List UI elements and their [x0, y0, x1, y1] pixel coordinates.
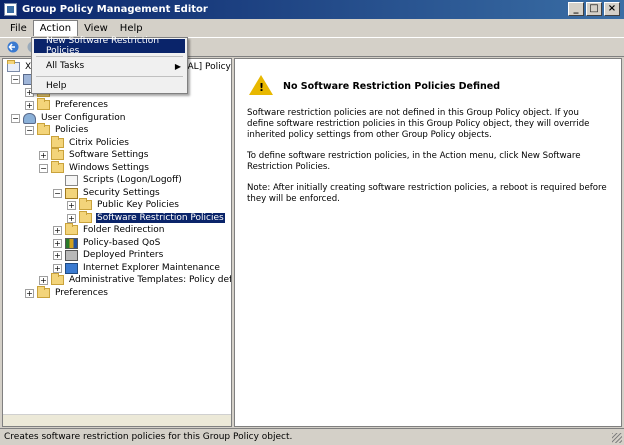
tree-item-label: Public Key Policies: [97, 200, 179, 210]
window-title: Group Policy Management Editor: [22, 4, 208, 15]
tree-item[interactable]: − User Configuration: [11, 112, 126, 124]
folder-icon: [51, 148, 64, 160]
tree-item-label: Scripts (Logon/Logoff): [83, 175, 182, 185]
folder-icon: [51, 273, 64, 285]
submenu-arrow-icon: ▶: [174, 61, 181, 71]
action-dropdown-menu: New Software Restriction Policies All Ta…: [31, 36, 188, 94]
minimize-button[interactable]: _: [568, 2, 584, 16]
expand-expander[interactable]: +: [53, 263, 62, 273]
tree-item-label: User Configuration: [41, 113, 126, 123]
warning-exclamation: !: [259, 81, 265, 94]
user-icon: [23, 112, 36, 124]
tree-item[interactable]: + Software Settings: [39, 148, 149, 161]
collapse-expander[interactable]: −: [39, 163, 48, 173]
tree-item-label: Preferences: [55, 288, 108, 298]
tree-item[interactable]: Scripts (Logon/Logoff): [53, 174, 183, 186]
menu-item-new-software-restriction-policies[interactable]: New Software Restriction Policies: [34, 36, 185, 56]
close-button[interactable]: ×: [604, 2, 620, 16]
description-paragraph: Software restriction policies are not de…: [247, 108, 590, 140]
expand-expander[interactable]: +: [39, 150, 48, 160]
tree-item[interactable]: + Preferences: [25, 286, 109, 299]
expand-expander[interactable]: +: [25, 288, 34, 298]
status-bar: Creates software restriction policies fo…: [0, 428, 624, 445]
tree-item-label: Preferences: [55, 100, 108, 110]
menu-file[interactable]: File: [4, 21, 33, 36]
console-tree: X CAL] Policy − + + Preferences − User Conf…: [2, 58, 232, 427]
tree-item-label: Deployed Printers: [83, 250, 164, 260]
tree-item[interactable]: − Policies: [25, 123, 89, 136]
collapse-expander[interactable]: −: [53, 188, 62, 198]
tree-item[interactable]: + Administrative Templates: Policy defini…: [39, 273, 232, 286]
maximize-button[interactable]: □: [586, 2, 602, 16]
menu-separator: [36, 56, 183, 57]
folder-icon: [79, 198, 92, 210]
folder-icon: [51, 136, 64, 148]
title-bar: Group Policy Management Editor _ □ ×: [0, 0, 624, 19]
tree-item-label: Folder Redirection: [83, 225, 165, 235]
collapse-expander[interactable]: −: [11, 113, 20, 123]
expand-expander[interactable]: +: [67, 200, 76, 210]
status-text: Creates software restriction policies fo…: [4, 432, 293, 442]
menu-separator: [36, 76, 183, 77]
ie-icon: [65, 262, 78, 274]
tree-item[interactable]: − Security Settings: [53, 187, 161, 199]
window-controls: _ □ ×: [568, 2, 620, 16]
collapse-expander[interactable]: −: [25, 125, 34, 135]
folder-icon: [37, 98, 50, 110]
tree-item-label: Software Restriction Policies: [96, 213, 225, 223]
script-icon: [65, 174, 78, 186]
tree-item-label: Internet Explorer Maintenance: [83, 263, 220, 273]
back-arrow-icon[interactable]: [6, 41, 20, 53]
tree-item-label: Administrative Templates: Policy definit…: [69, 275, 232, 285]
folder-icon: [51, 161, 64, 173]
menu-action[interactable]: Action: [32, 20, 79, 36]
expand-expander[interactable]: +: [53, 225, 62, 235]
gpo-icon: [7, 60, 20, 72]
app-icon: [4, 3, 17, 16]
folder-icon: [79, 211, 92, 223]
page-title: No Software Restriction Policies Defined: [283, 81, 501, 92]
folder-icon: [37, 286, 50, 298]
folder-icon: [37, 123, 50, 135]
menu-view[interactable]: View: [78, 21, 114, 36]
note-paragraph: Note: After initially creating software …: [247, 183, 607, 204]
expand-expander[interactable]: +: [25, 100, 34, 110]
tree-item[interactable]: + Software Restriction Policies: [67, 211, 225, 224]
expand-expander[interactable]: +: [67, 213, 76, 223]
printer-icon: [65, 249, 78, 261]
tree-item-label: Software Settings: [69, 150, 149, 160]
tree-item-label: Security Settings: [83, 188, 160, 198]
folder-icon: [65, 223, 78, 235]
tree-item[interactable]: + Policy-based QoS: [53, 237, 161, 249]
tree-item[interactable]: + Preferences: [25, 98, 109, 111]
menu-item-help[interactable]: Help: [34, 79, 185, 93]
tree-item[interactable]: + Public Key Policies: [67, 198, 180, 211]
qos-icon: [65, 237, 78, 249]
collapse-expander[interactable]: −: [11, 74, 20, 84]
menu-help[interactable]: Help: [114, 21, 149, 36]
tree-item[interactable]: − Windows Settings: [39, 161, 150, 174]
menu-item-all-tasks-label: All Tasks: [46, 61, 85, 71]
tree-item[interactable]: + Internet Explorer Maintenance: [53, 262, 221, 274]
instructions-paragraph: To define software restriction policies,…: [247, 151, 581, 172]
tree-item-label: Citrix Policies: [69, 138, 129, 148]
expand-expander[interactable]: +: [39, 275, 48, 285]
tree-item-label: Policy-based QoS: [83, 238, 161, 248]
details-pane: ! No Software Restriction Policies Defin…: [234, 58, 622, 427]
tree-item[interactable]: + Folder Redirection: [53, 223, 166, 236]
menu-item-all-tasks[interactable]: All Tasks ▶: [34, 59, 185, 73]
menu-bar: File Action View Help: [0, 19, 624, 37]
secure-icon: [65, 187, 78, 199]
tree-item-label: Windows Settings: [69, 163, 149, 173]
tree-item[interactable]: + Deployed Printers: [53, 249, 164, 261]
tree-item-label: Policies: [55, 125, 89, 135]
expand-expander[interactable]: +: [53, 250, 62, 260]
expand-expander[interactable]: +: [53, 238, 62, 248]
resize-grip-icon[interactable]: [612, 433, 622, 443]
horizontal-scrollbar[interactable]: [3, 414, 231, 426]
